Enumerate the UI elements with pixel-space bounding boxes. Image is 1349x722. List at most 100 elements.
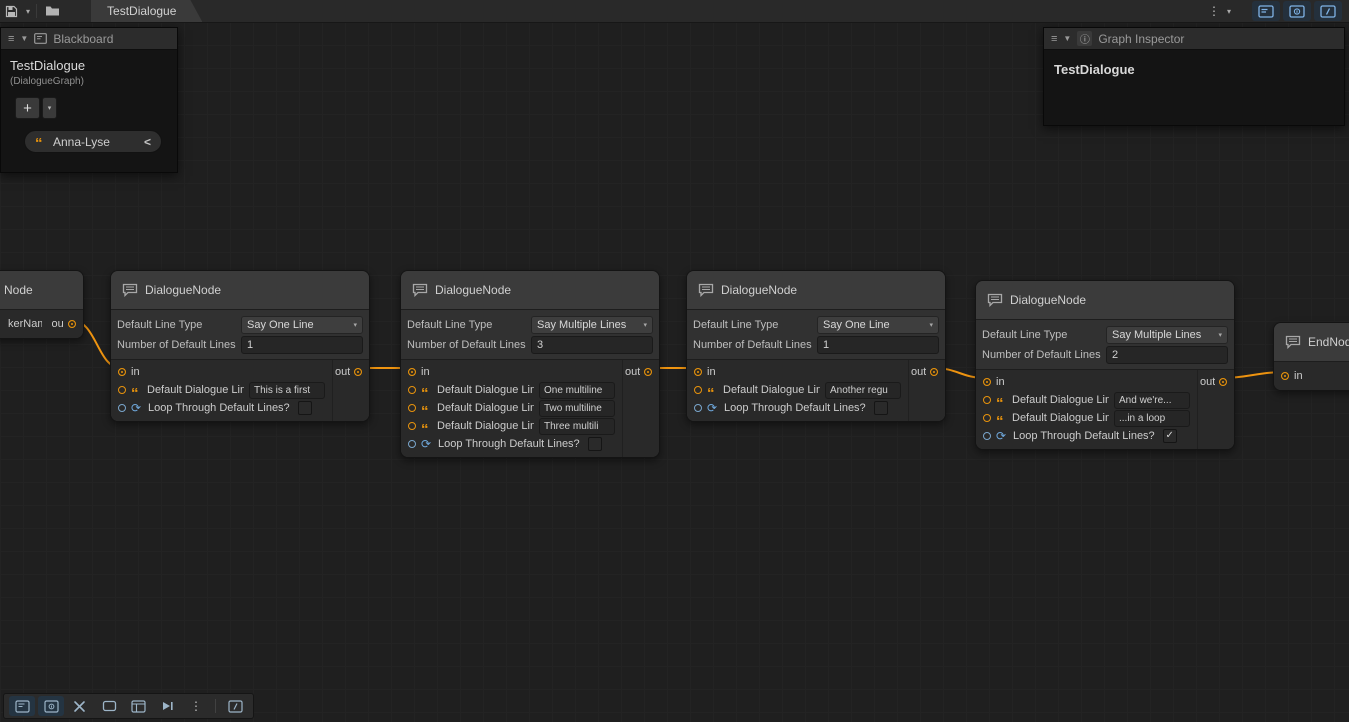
out-port-label: out [911, 366, 926, 378]
node-title: DialogueNode [145, 283, 221, 297]
dialogue-line-port[interactable] [118, 386, 126, 394]
dialogue-node-3[interactable]: DialogueNode Default Line Type Say One L… [686, 270, 946, 422]
collapse-triangle-icon[interactable]: ▼ [1063, 34, 1071, 43]
loop-checkbox[interactable]: ✓ [1163, 429, 1177, 443]
blackboard-icon [15, 700, 30, 713]
dialogue-line-field[interactable]: And we're... [1114, 392, 1190, 409]
loop-checkbox[interactable] [298, 401, 312, 415]
dialogue-line-field[interactable]: Another regu [825, 382, 901, 399]
dialogue-line-port[interactable] [408, 404, 416, 412]
panel-layout-button[interactable] [125, 696, 151, 716]
line-type-value: Say Multiple Lines [537, 319, 626, 331]
node-properties: Default Line Type Say Multiple Lines ▾ N… [976, 320, 1234, 370]
lines-count-field[interactable]: 2 [1106, 346, 1228, 364]
loop-label: Loop Through Default Lines? [724, 402, 866, 414]
node-header[interactable]: DialogueNode [687, 271, 945, 310]
play-preview-button[interactable] [154, 696, 180, 716]
dialogue-line-field[interactable]: Two multiline [539, 400, 615, 417]
lines-count-field[interactable]: 1 [241, 336, 363, 354]
output-port[interactable] [68, 320, 76, 328]
dialogue-line-label: Default Dialogue Line [723, 384, 820, 396]
code-preview-button[interactable] [222, 696, 248, 716]
overflow-menu-button[interactable]: ⋮ ▾ [1199, 4, 1239, 18]
toggle-blackboard-button[interactable] [1252, 1, 1280, 21]
inspector-header[interactable]: ≡ ▼ ⓘ Graph Inspector [1044, 28, 1344, 50]
hamburger-icon[interactable]: ≡ [1051, 33, 1057, 45]
line-type-label: Default Line Type [407, 319, 531, 331]
dialogue-line-field[interactable]: Three multili [539, 418, 615, 435]
blackboard-graph-name: TestDialogue [10, 58, 169, 73]
string-type-icon: “ [707, 392, 718, 396]
output-port[interactable] [354, 368, 362, 376]
toggle-preview-button[interactable] [1314, 1, 1342, 21]
dialogue-node-1[interactable]: DialogueNode Default Line Type Say One L… [110, 270, 370, 422]
chevron-left-icon[interactable]: < [144, 135, 151, 149]
kebab-menu-icon: ⋮ [1204, 4, 1224, 18]
node-header[interactable]: Node [0, 271, 83, 310]
inspector-graph-name: TestDialogue [1054, 62, 1334, 77]
string-type-icon: “ [421, 410, 432, 414]
add-variable-dropdown[interactable]: ▾ [42, 97, 57, 119]
line-type-dropdown[interactable]: Say Multiple Lines ▾ [531, 316, 653, 334]
save-icon [5, 5, 18, 18]
lines-count-label: Number of Default Lines [693, 339, 817, 351]
tab-testdialogue[interactable]: TestDialogue [91, 0, 202, 22]
dialogue-line-field[interactable]: This is a first [249, 382, 325, 399]
more-options-button[interactable]: ⋮ [183, 696, 209, 716]
node-header[interactable]: DialogueNode [111, 271, 369, 310]
code-panel-icon [228, 700, 243, 713]
loop-port[interactable] [118, 404, 126, 412]
input-port[interactable] [118, 368, 126, 376]
dialogue-line-port[interactable] [983, 396, 991, 404]
speaker-node[interactable]: Node kerName out [0, 270, 84, 339]
toggle-blackboard-button[interactable] [9, 696, 35, 716]
dialogue-line-port[interactable] [408, 422, 416, 430]
line-type-dropdown[interactable]: Say Multiple Lines ▾ [1106, 326, 1228, 344]
string-type-icon: “ [996, 402, 1007, 406]
open-folder-button[interactable] [40, 0, 65, 22]
loop-port[interactable] [983, 432, 991, 440]
line-type-dropdown[interactable]: Say One Line ▾ [817, 316, 939, 334]
toggle-inspector-button[interactable] [1283, 1, 1311, 21]
lines-count-field[interactable]: 1 [817, 336, 939, 354]
hamburger-icon[interactable]: ≡ [8, 33, 14, 45]
line-type-dropdown[interactable]: Say One Line ▾ [241, 316, 363, 334]
output-port[interactable] [644, 368, 652, 376]
input-port[interactable] [1281, 372, 1289, 380]
string-type-icon: “ [996, 420, 1007, 424]
add-variable-button[interactable]: + [15, 97, 40, 119]
dialogue-line-field[interactable]: One multiline [539, 382, 615, 399]
lines-count-label: Number of Default Lines [407, 339, 531, 351]
dialogue-node-4[interactable]: DialogueNode Default Line Type Say Multi… [975, 280, 1235, 450]
lines-count-field[interactable]: 3 [531, 336, 653, 354]
tools-button[interactable] [67, 696, 93, 716]
output-port[interactable] [930, 368, 938, 376]
collapse-triangle-icon[interactable]: ▼ [20, 34, 28, 43]
loop-port[interactable] [694, 404, 702, 412]
input-port[interactable] [694, 368, 702, 376]
dialogue-line-label: Default Dialogue Line 3 [437, 420, 534, 432]
input-port[interactable] [408, 368, 416, 376]
dialogue-line-port[interactable] [983, 414, 991, 422]
frame-selection-button[interactable] [96, 696, 122, 716]
dialogue-line-port[interactable] [694, 386, 702, 394]
toggle-inspector-button[interactable] [38, 696, 64, 716]
blackboard-header[interactable]: ≡ ▼ Blackboard [1, 28, 177, 50]
loop-checkbox[interactable] [588, 437, 602, 451]
loop-label: Loop Through Default Lines? [1013, 430, 1155, 442]
dialogue-line-port[interactable] [408, 386, 416, 394]
input-port[interactable] [983, 378, 991, 386]
save-dropdown-button[interactable]: ▾ [23, 0, 33, 22]
dialogue-line-field[interactable]: ...in a loop [1114, 410, 1190, 427]
blackboard-field-anna-lyse[interactable]: “ Anna-Lyse < [24, 130, 162, 153]
loop-port[interactable] [408, 440, 416, 448]
node-header[interactable]: EndNode [1274, 323, 1349, 362]
save-button[interactable] [0, 0, 23, 22]
loop-label: Loop Through Default Lines? [148, 402, 290, 414]
dialogue-node-2[interactable]: DialogueNode Default Line Type Say Multi… [400, 270, 660, 458]
loop-checkbox[interactable] [874, 401, 888, 415]
end-node[interactable]: EndNode in [1273, 322, 1349, 391]
output-port[interactable] [1219, 378, 1227, 386]
node-header[interactable]: DialogueNode [976, 281, 1234, 320]
node-header[interactable]: DialogueNode [401, 271, 659, 310]
